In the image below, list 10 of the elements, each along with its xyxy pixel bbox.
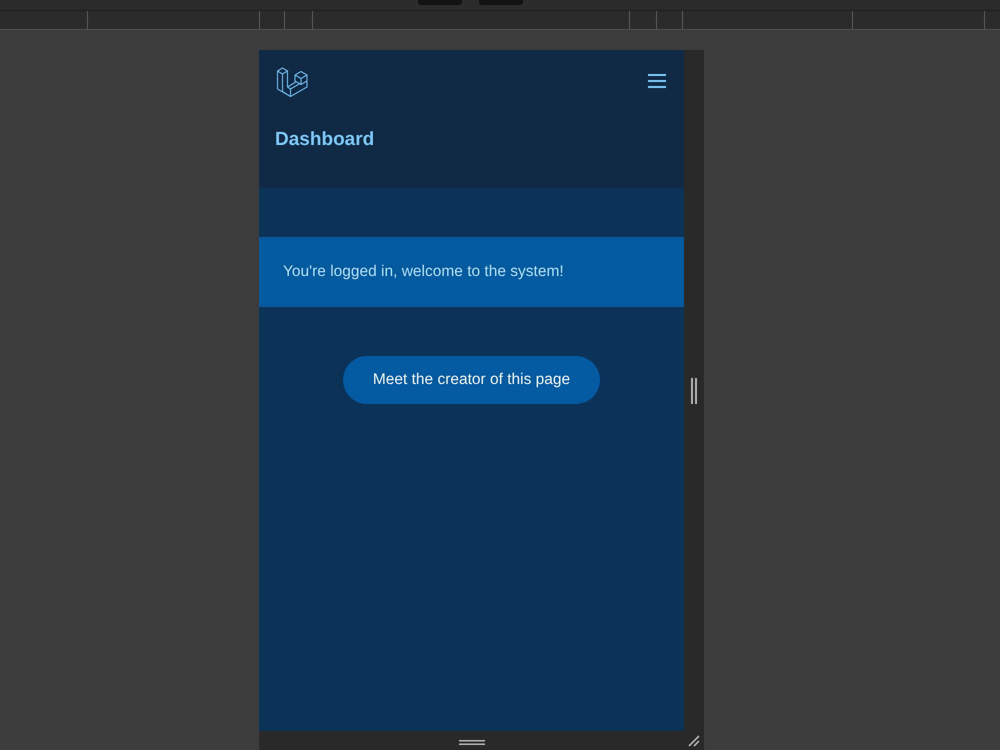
- menu-icon[interactable]: [648, 74, 666, 88]
- meet-creator-button[interactable]: Meet the creator of this page: [343, 356, 600, 404]
- resize-handle-icon[interactable]: [691, 378, 697, 404]
- input-field[interactable]: [479, 0, 523, 5]
- corner-resize-icon[interactable]: [688, 735, 700, 747]
- welcome-message: You're logged in, welcome to the system!: [283, 262, 564, 282]
- input-field[interactable]: [418, 0, 462, 5]
- page-title: Dashboard: [275, 128, 376, 152]
- logo-icon[interactable]: [276, 65, 310, 99]
- resize-handle-icon[interactable]: [458, 740, 484, 745]
